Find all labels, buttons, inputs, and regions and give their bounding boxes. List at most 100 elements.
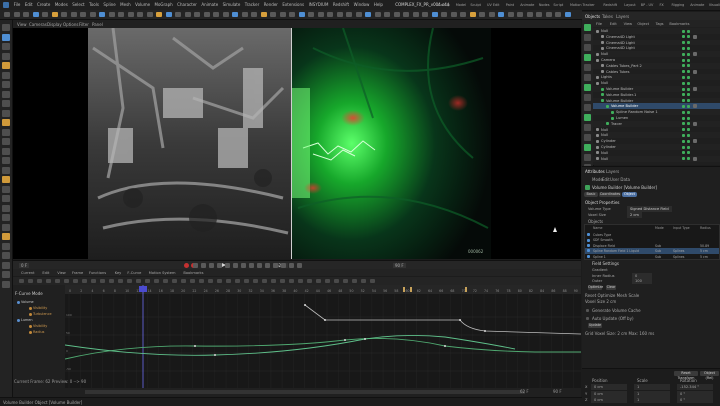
timeline-tool-icon[interactable]: [244, 279, 249, 283]
toolbar-tool-icon[interactable]: [32, 12, 39, 17]
left-tool-icon[interactable]: [2, 271, 10, 278]
object-manager-tool-icon[interactable]: [584, 74, 591, 81]
fcurve-graph[interactable]: 0 2 4 6 8 10 12 14 16 18 20 22 24 26 28 30 32 34 36 38 40 42 4…: [65, 285, 581, 397]
timeline-tool-icon[interactable]: [64, 279, 69, 283]
render-check-icon[interactable]: [687, 87, 690, 91]
toolbar-tool-icon[interactable]: [507, 12, 514, 17]
toolbar-tool-icon[interactable]: [460, 12, 466, 17]
timeline-tool-icon[interactable]: [262, 279, 267, 283]
transport-control-icon[interactable]: [281, 263, 286, 268]
object-manager-tool-icon[interactable]: [584, 64, 591, 71]
timeline-menu-item[interactable]: Frame: [72, 271, 83, 275]
render-check-icon[interactable]: [687, 139, 690, 143]
transport-control-icon[interactable]: [257, 263, 262, 268]
timeline-menu-item[interactable]: F-Curve: [127, 271, 141, 275]
timeline-menu-item[interactable]: Functions: [89, 271, 106, 275]
coord-scale-field[interactable]: 1: [634, 397, 670, 403]
visibility-check-icon[interactable]: [682, 99, 685, 103]
transport-control-icon[interactable]: [201, 263, 206, 268]
toolbar-tool-icon[interactable]: [355, 12, 362, 17]
timeline-tool-icon[interactable]: [361, 279, 366, 283]
left-tool-icon[interactable]: [2, 176, 10, 183]
timeline-tool-icon[interactable]: [208, 279, 213, 283]
timeline-tool-icon[interactable]: [199, 279, 204, 283]
toolbar-tool-icon[interactable]: [241, 12, 248, 17]
toolbar-tool-icon[interactable]: [374, 12, 381, 17]
viewport[interactable]: 000062: [13, 28, 581, 259]
object-manager-tool-icon[interactable]: [584, 44, 591, 51]
timeline-tool-icon[interactable]: [352, 279, 357, 283]
viewport-menu-options[interactable]: Options: [63, 22, 78, 27]
toolbar-tool-icon[interactable]: [13, 12, 20, 17]
toolbar-tool-icon[interactable]: [517, 12, 523, 17]
coord-position-field[interactable]: 0 cm: [591, 384, 627, 390]
timeline-tool-icon[interactable]: [253, 279, 258, 283]
transport-control-icon[interactable]: [241, 263, 246, 268]
visibility-check-icon[interactable]: [682, 122, 685, 126]
toolbar-tool-icon[interactable]: [403, 12, 409, 17]
visibility-check-icon[interactable]: [682, 58, 685, 62]
object-manager-tool-icon[interactable]: [584, 34, 591, 41]
visibility-check-icon[interactable]: [682, 157, 685, 161]
viewport-menu-cameras[interactable]: Cameras: [29, 22, 47, 27]
transport-control-icon[interactable]: [233, 263, 238, 268]
toolbar-tool-icon[interactable]: [536, 12, 542, 17]
toolbar-tool-icon[interactable]: [450, 12, 457, 17]
render-check-icon[interactable]: [687, 122, 690, 126]
visibility-check-icon[interactable]: [682, 35, 685, 39]
timeline-tool-icon[interactable]: [217, 279, 222, 283]
left-tool-icon[interactable]: [2, 62, 10, 69]
volume-object-mode[interactable]: Sub: [655, 254, 661, 260]
tag-icon[interactable]: [693, 69, 697, 74]
object-manager-tool-icon[interactable]: [584, 24, 591, 31]
attr-subtab-basic[interactable]: Basic: [584, 192, 598, 197]
menu-tracker[interactable]: Tracker: [245, 0, 259, 10]
toolbar-tool-icon[interactable]: [498, 12, 504, 17]
render-check-icon[interactable]: [687, 151, 690, 155]
toolbar-tool-icon[interactable]: [327, 12, 333, 17]
toolbar-tool-icon[interactable]: [479, 12, 485, 17]
toolbar-tool-icon[interactable]: [526, 12, 533, 17]
toolbar-tool-icon[interactable]: [51, 12, 58, 17]
object-manager-tool-icon[interactable]: [584, 84, 591, 91]
render-check-icon[interactable]: [687, 157, 690, 161]
fcurve-graph-canvas[interactable]: 0 2 4 6 8 10 12 14 16 18 20 22 24 26 28 30 32 34 36 38 40 42 4…: [65, 285, 581, 397]
left-tool-icon[interactable]: [2, 166, 10, 174]
timeline-tool-icon[interactable]: [19, 279, 24, 283]
render-check-icon[interactable]: [687, 46, 690, 50]
volume-object-check-icon[interactable]: [587, 249, 590, 253]
visibility-check-icon[interactable]: [682, 151, 685, 155]
menu-animate[interactable]: Animate: [201, 0, 218, 10]
toolbar-tool-icon[interactable]: [336, 12, 343, 17]
tag-icon[interactable]: [693, 139, 697, 144]
attr-tab-attributes[interactable]: Attributes: [585, 169, 605, 174]
visibility-check-icon[interactable]: [682, 110, 685, 114]
render-check-icon[interactable]: [687, 116, 690, 120]
timeline-menu-item[interactable]: Current: [21, 271, 35, 275]
transport-control-icon[interactable]: [193, 263, 198, 268]
menu-spline[interactable]: Spline: [103, 0, 115, 10]
volume-cache-checkbox[interactable]: [586, 309, 589, 312]
transport-control-icon[interactable]: [273, 263, 278, 268]
optimize-button[interactable]: Optimize: [588, 285, 603, 290]
timeline-tool-icon[interactable]: [100, 279, 105, 283]
menu-insydium[interactable]: INSYDIUM: [309, 0, 329, 10]
attr-menu-edit[interactable]: Edit: [602, 177, 610, 182]
timeline-menu-item[interactable]: Key: [115, 271, 122, 275]
viewport-menu-filter[interactable]: Filter: [79, 22, 89, 27]
frame-end-field[interactable]: 90 F: [393, 263, 406, 268]
volume-object-check-icon[interactable]: [587, 238, 590, 242]
render-check-icon[interactable]: [687, 70, 690, 74]
left-tool-icon[interactable]: [2, 185, 10, 193]
toolbar-tool-icon[interactable]: [384, 12, 390, 17]
layout-tab[interactable]: UV Edit: [487, 0, 499, 10]
volume-object-check-icon[interactable]: [587, 254, 590, 258]
transport-control-icon[interactable]: [209, 263, 214, 268]
layout-tab[interactable]: BP - UV: [641, 0, 654, 10]
layout-tab[interactable]: Animate: [520, 0, 534, 10]
menu-select[interactable]: Select: [72, 0, 84, 10]
toolbar-tool-icon[interactable]: [61, 12, 67, 17]
toolbar-tool-icon[interactable]: [89, 12, 96, 17]
toolbar-tool-icon[interactable]: [165, 12, 172, 17]
menu-redshift[interactable]: Redshift: [333, 0, 349, 10]
